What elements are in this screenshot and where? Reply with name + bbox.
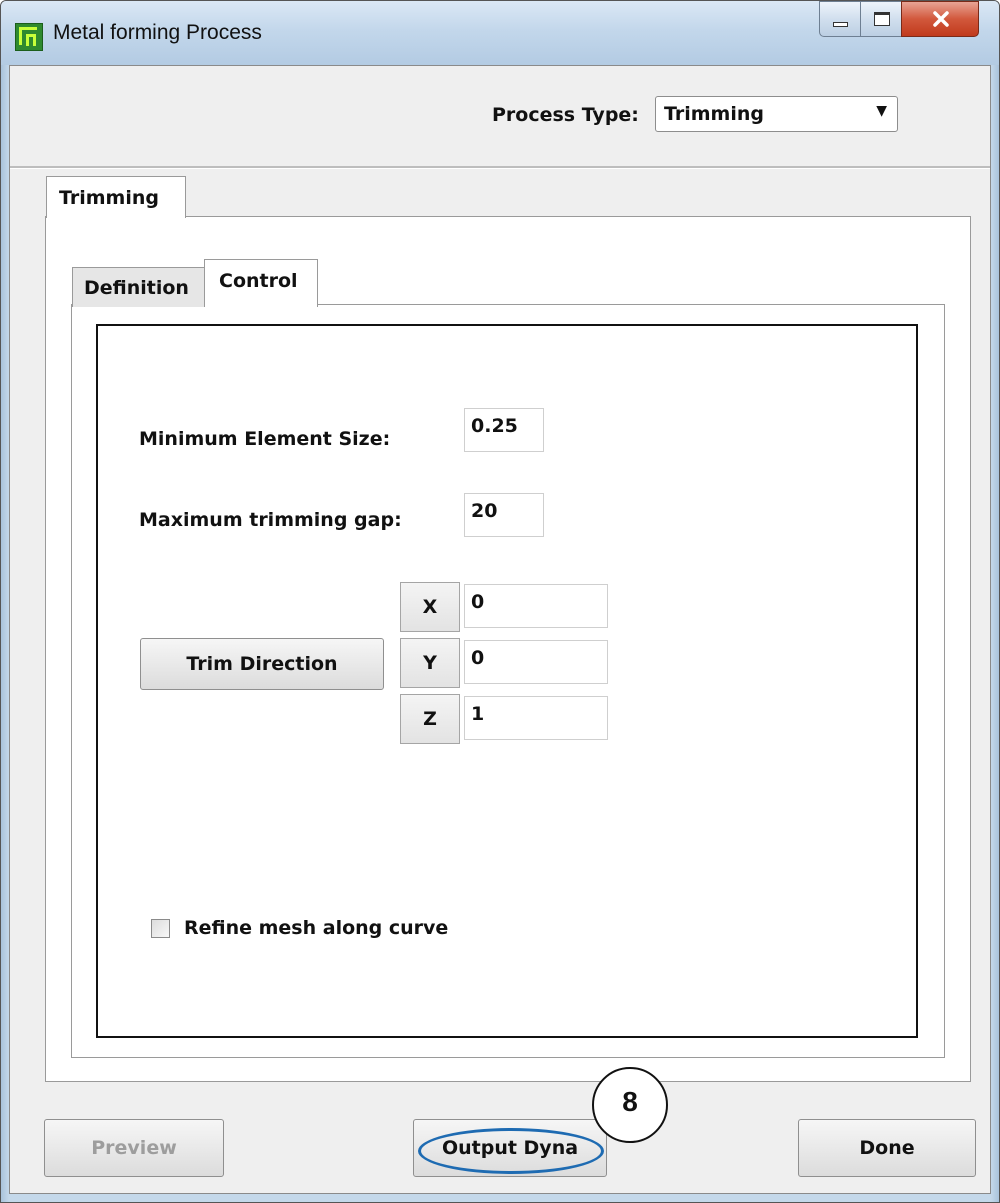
tab-trimming[interactable]: Trimming [46, 176, 186, 218]
done-button[interactable]: Done [798, 1119, 976, 1177]
refine-mesh-label: Refine mesh along curve [184, 917, 449, 939]
chevron-down-icon: ▼ [876, 103, 887, 119]
axis-z-value: 1 [471, 703, 485, 725]
close-button[interactable] [901, 1, 979, 37]
axis-x-value: 0 [471, 591, 485, 613]
minimize-button[interactable] [819, 1, 861, 37]
process-type-select[interactable]: Trimming ▼ [655, 96, 898, 132]
done-label: Done [859, 1137, 915, 1159]
preview-label: Preview [91, 1137, 177, 1159]
axis-x-input[interactable]: 0 [464, 584, 608, 628]
min-element-size-input[interactable]: 0.25 [464, 408, 544, 452]
tab-control-label: Control [219, 270, 298, 292]
maximize-button[interactable] [860, 1, 902, 37]
max-trimming-gap-input[interactable]: 20 [464, 493, 544, 537]
window-client-area: Process Type: Trimming ▼ Trimming Defini… [9, 65, 991, 1194]
output-dyna-highlight [418, 1128, 604, 1174]
max-trimming-gap-label: Maximum trimming gap: [139, 509, 402, 531]
app-logo-icon [15, 23, 43, 51]
metal-forming-window: Metal forming Process Process Type: Trim… [0, 0, 1000, 1203]
window-title: Metal forming Process [53, 21, 262, 44]
trim-direction-button[interactable]: Trim Direction [140, 638, 384, 690]
preview-button[interactable]: Preview [44, 1119, 224, 1177]
close-icon [933, 11, 949, 27]
maximize-icon [874, 12, 890, 26]
process-type-label: Process Type: [492, 104, 639, 126]
step-callout: 8 [592, 1067, 668, 1143]
tab-definition-label: Definition [84, 277, 189, 299]
axis-y-label: Y [423, 652, 437, 674]
minimize-icon [833, 22, 848, 27]
min-element-size-label: Minimum Element Size: [139, 428, 391, 450]
max-trimming-gap-value: 20 [471, 500, 498, 522]
axis-z-input[interactable]: 1 [464, 696, 608, 740]
min-element-size-value: 0.25 [471, 415, 518, 437]
axis-z-label: Z [423, 708, 437, 730]
axis-y-button[interactable]: Y [400, 638, 460, 688]
trim-direction-label: Trim Direction [186, 653, 338, 675]
axis-x-button[interactable]: X [400, 582, 460, 632]
axis-y-value: 0 [471, 647, 485, 669]
axis-x-label: X [422, 596, 438, 618]
header-divider [10, 166, 990, 169]
process-type-value: Trimming [664, 103, 764, 125]
axis-y-input[interactable]: 0 [464, 640, 608, 684]
axis-z-button[interactable]: Z [400, 694, 460, 744]
tab-definition[interactable]: Definition [72, 267, 206, 307]
tab-trimming-label: Trimming [59, 187, 159, 209]
tab-control[interactable]: Control [204, 259, 318, 307]
title-bar: Metal forming Process [1, 1, 999, 65]
refine-mesh-checkbox[interactable] [151, 919, 170, 938]
step-callout-number: 8 [622, 1086, 638, 1117]
window-controls [819, 1, 979, 39]
